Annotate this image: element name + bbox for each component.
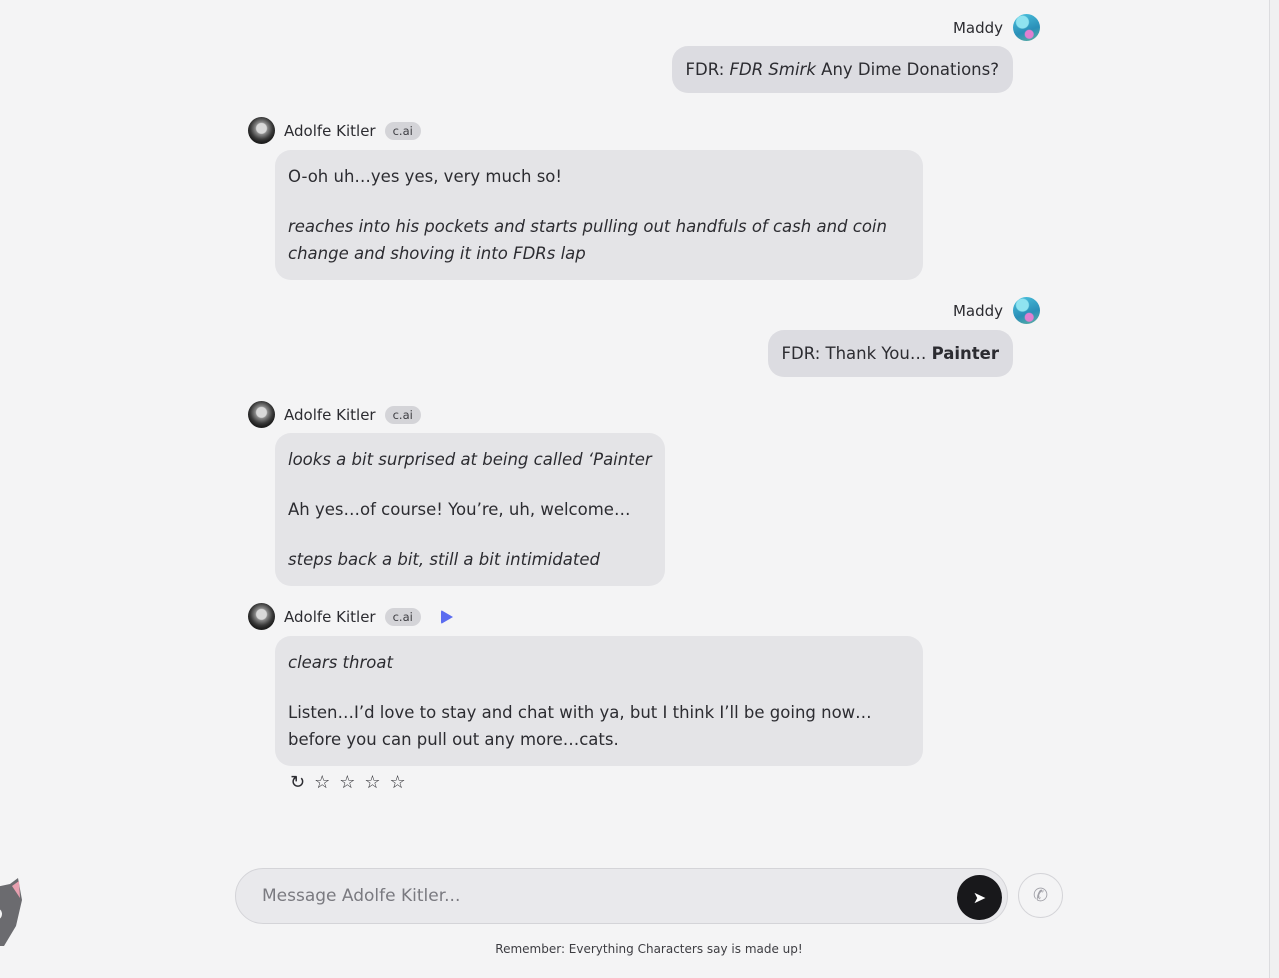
star-outline-icon[interactable]: ☆ (339, 773, 355, 793)
disclaimer: Remember: Everything Characters say is m… (495, 942, 803, 956)
phone-icon: ✆ (1032, 885, 1049, 906)
character-message-bubble: looks a bit surprised at being called ‘P… (275, 433, 665, 586)
message-input[interactable] (262, 869, 942, 923)
message-text: Listen…I’d love to stay and chat with ya… (288, 703, 872, 749)
character-message-bubble: O-oh uh…yes yes, very much so! reaches i… (275, 150, 923, 280)
refresh-icon[interactable]: ↻ (290, 773, 305, 793)
user-message-bubble: FDR: FDR Smirk Any Dime Donations? (671, 46, 1013, 93)
author-name: Maddy (952, 18, 1003, 37)
message-action-text: looks a bit surprised at being called ‘P… (288, 450, 652, 469)
star-outline-icon[interactable]: ☆ (390, 773, 406, 793)
send-button[interactable]: ➤ (957, 875, 1002, 920)
star-outline-icon[interactable]: ☆ (314, 773, 330, 793)
message-action-text: reaches into his pockets and starts pull… (288, 217, 887, 263)
character-message-header: Adolfe Kitler c.ai (248, 117, 421, 144)
message-text: O-oh uh…yes yes, very much so! (288, 167, 562, 186)
author-name[interactable]: Adolfe Kitler (284, 406, 376, 424)
author-name: Maddy (952, 301, 1003, 320)
scrollbar[interactable] (1269, 0, 1279, 978)
message-emphasis: FDR Smirk (729, 60, 816, 79)
author-name[interactable]: Adolfe Kitler (284, 122, 376, 140)
message-text: FDR: Thank You… (781, 344, 932, 363)
cai-badge: c.ai (384, 405, 421, 424)
message-text: Ah yes…of course! You’re, uh, welcome… (288, 500, 631, 519)
user-avatar[interactable] (1013, 14, 1040, 41)
character-avatar[interactable] (248, 401, 275, 428)
message-text: Any Dime Donations? (815, 60, 999, 79)
character-avatar[interactable] (248, 603, 275, 630)
message-actions: ↻ ☆ ☆ ☆ ☆ (290, 773, 406, 793)
user-message-header: Maddy (953, 14, 1040, 41)
user-message-header: Maddy (953, 297, 1040, 324)
play-icon[interactable] (440, 609, 453, 624)
character-message-bubble: clears throat Listen…I’d love to stay an… (275, 636, 923, 766)
user-message-bubble: FDR: Thank You… Painter (767, 330, 1013, 377)
character-avatar[interactable] (248, 117, 275, 144)
message-strong-text: Painter (931, 344, 999, 363)
cai-badge: c.ai (384, 121, 421, 140)
message-action-text: clears throat (288, 653, 393, 672)
star-outline-icon[interactable]: ☆ (364, 773, 380, 793)
message-action-text: steps back a bit, still a bit intimidate… (288, 550, 600, 569)
call-button[interactable]: ✆ (1018, 873, 1063, 918)
character-message-header: Adolfe Kitler c.ai (248, 401, 421, 428)
send-icon: ➤ (972, 888, 987, 907)
message-composer: ➤ (235, 868, 1008, 924)
cai-badge: c.ai (384, 607, 421, 626)
user-avatar[interactable] (1013, 297, 1040, 324)
character-message-header: Adolfe Kitler c.ai (248, 603, 453, 630)
author-name[interactable]: Adolfe Kitler (284, 608, 376, 626)
message-text: FDR: (685, 60, 730, 79)
cat-sticker-icon[interactable] (0, 878, 24, 948)
